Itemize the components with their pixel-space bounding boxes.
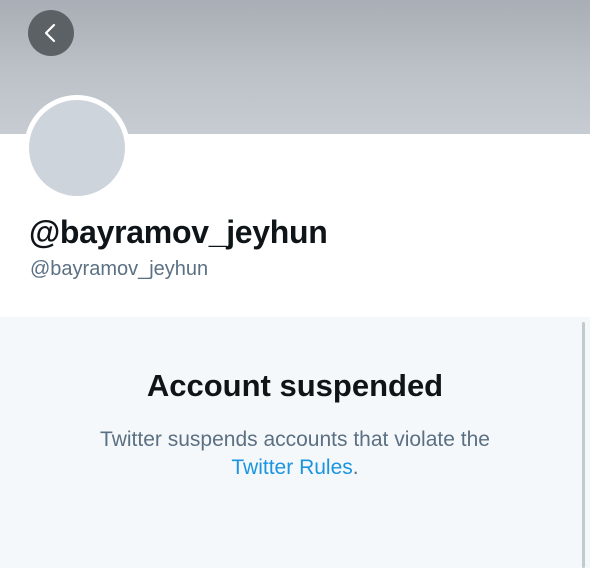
notice-body-text: Twitter suspends accounts that violate t…	[100, 428, 490, 451]
back-button[interactable]	[28, 10, 74, 56]
chevron-left-icon	[44, 23, 56, 43]
profile-display-name: @bayramov_jeyhun	[29, 214, 328, 250]
avatar-frame	[24, 95, 130, 201]
avatar[interactable]	[29, 100, 125, 196]
scrollbar[interactable]	[582, 322, 585, 568]
notice-link-line: Twitter Rules.	[0, 454, 590, 482]
profile-handle: @bayramov_jeyhun	[30, 258, 209, 280]
notice-trailing-punct: .	[352, 456, 359, 479]
notice-body: Twitter suspends accounts that violate t…	[0, 426, 590, 482]
twitter-rules-link[interactable]: Twitter Rules	[231, 456, 352, 479]
notice-title: Account suspended	[146, 368, 444, 403]
